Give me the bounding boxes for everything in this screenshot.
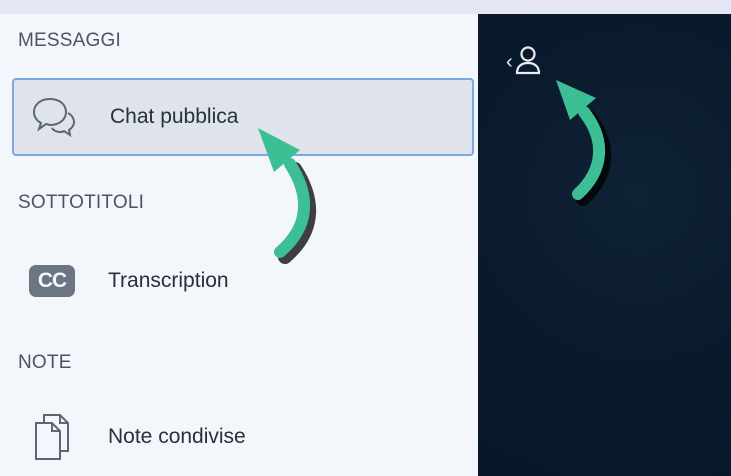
sidebar: MESSAGGI Chat pubblica SOTTOTITOLI CC Tr… — [0, 14, 478, 476]
sidebar-item-label: Transcription — [108, 269, 229, 292]
section-title-notes: NOTE — [18, 352, 72, 373]
section-title-messages: MESSAGGI — [18, 30, 121, 51]
app-frame: MESSAGGI Chat pubblica SOTTOTITOLI CC Tr… — [0, 14, 731, 476]
documents-icon — [22, 412, 82, 462]
sidebar-item-shared-notes[interactable]: Note condivise — [12, 398, 474, 476]
user-icon — [515, 45, 541, 80]
section-title-captions: SOTTOTITOLI — [18, 192, 145, 213]
chevron-left-icon: ‹ — [506, 50, 513, 73]
toggle-user-list-button[interactable]: ‹ — [506, 42, 556, 82]
cc-badge: CC — [29, 265, 75, 297]
sidebar-item-label: Chat pubblica — [110, 105, 239, 128]
closed-captions-icon: CC — [22, 265, 82, 297]
chat-bubbles-icon — [24, 95, 84, 139]
main-area: ‹ — [478, 14, 731, 476]
sidebar-item-label: Note condivise — [108, 425, 246, 448]
sidebar-item-transcription[interactable]: CC Transcription — [12, 242, 474, 320]
sidebar-item-public-chat[interactable]: Chat pubblica — [12, 78, 474, 156]
